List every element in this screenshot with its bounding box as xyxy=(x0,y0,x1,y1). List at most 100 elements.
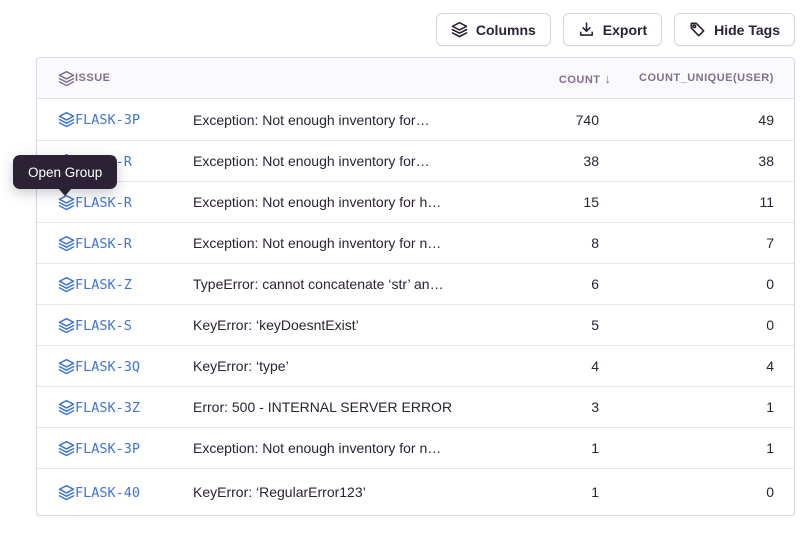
issue-id-cell: FLASK-3Z xyxy=(75,386,193,427)
issue-id-link[interactable]: FLASK-40 xyxy=(75,485,140,501)
issues-table-container: ISSUE COUNT↓ COUNT_UNIQUE(USER) FLASK-3P… xyxy=(36,57,795,516)
header-count-label: COUNT xyxy=(559,74,601,86)
table-row: FLASK-S KeyError: ‘keyDoesntExist’ 5 0 xyxy=(37,304,794,345)
issue-title: KeyError: ‘keyDoesntExist’ xyxy=(193,317,359,333)
table-header: ISSUE COUNT↓ COUNT_UNIQUE(USER) xyxy=(37,58,794,99)
export-button[interactable]: Export xyxy=(563,13,662,46)
open-group-stack-icon[interactable] xyxy=(58,484,75,501)
issue-id-link[interactable]: FLASK-3P xyxy=(75,441,140,457)
count-unique-cell: 1 xyxy=(639,386,794,427)
header-issue[interactable]: ISSUE xyxy=(75,58,193,99)
open-group-stack-icon[interactable] xyxy=(58,317,75,334)
table-row: FLASK-R Exception: Not enough inventory … xyxy=(37,140,794,181)
issue-title-cell: Exception: Not enough inventory for… xyxy=(193,140,519,181)
issue-icon-cell xyxy=(37,427,75,468)
issues-table: ISSUE COUNT↓ COUNT_UNIQUE(USER) FLASK-3P… xyxy=(37,58,794,515)
issue-title-cell: Exception: Not enough inventory for h… xyxy=(193,181,519,222)
issue-icon-cell xyxy=(37,304,75,345)
count-unique-value: 0 xyxy=(766,276,774,292)
issue-icon-cell xyxy=(37,345,75,386)
issue-title: Exception: Not enough inventory for… xyxy=(193,153,430,169)
issue-title: Exception: Not enough inventory for n… xyxy=(193,235,441,251)
count-cell: 740 xyxy=(519,99,639,140)
hide-tags-button-label: Hide Tags xyxy=(714,22,780,38)
tag-icon xyxy=(689,21,706,38)
header-issue-icon-cell xyxy=(37,58,75,99)
count-unique-cell: 0 xyxy=(639,304,794,345)
open-group-stack-icon[interactable] xyxy=(58,358,75,375)
open-group-stack-icon[interactable] xyxy=(58,194,75,211)
count-value: 15 xyxy=(583,194,599,210)
count-value: 5 xyxy=(591,317,599,333)
hide-tags-button[interactable]: Hide Tags xyxy=(674,13,795,46)
issue-title: KeyError: ‘type’ xyxy=(193,358,289,374)
open-group-tooltip: Open Group xyxy=(13,155,117,189)
table-row: FLASK-3P Exception: Not enough inventory… xyxy=(37,427,794,468)
count-cell: 38 xyxy=(519,140,639,181)
open-group-stack-icon[interactable] xyxy=(58,111,75,128)
issue-id-cell: FLASK-S xyxy=(75,304,193,345)
table-row: FLASK-3Q KeyError: ‘type’ 4 4 xyxy=(37,345,794,386)
table-row: FLASK-R Exception: Not enough inventory … xyxy=(37,181,794,222)
open-group-stack-icon[interactable] xyxy=(58,440,75,457)
table-row: FLASK-3P Exception: Not enough inventory… xyxy=(37,99,794,140)
count-cell: 8 xyxy=(519,222,639,263)
issue-icon-cell xyxy=(37,99,75,140)
issue-id-cell: FLASK-3P xyxy=(75,99,193,140)
count-unique-cell: 11 xyxy=(639,181,794,222)
columns-button[interactable]: Columns xyxy=(436,13,551,46)
header-spacer xyxy=(193,58,519,99)
issue-id-link[interactable]: FLASK-3Z xyxy=(75,400,140,416)
count-cell: 1 xyxy=(519,427,639,468)
issue-id-cell: FLASK-Z xyxy=(75,263,193,304)
issue-id-cell: FLASK-40 xyxy=(75,468,193,515)
count-unique-cell: 7 xyxy=(639,222,794,263)
count-value: 3 xyxy=(591,399,599,415)
open-group-stack-icon[interactable] xyxy=(58,235,75,252)
count-unique-value: 38 xyxy=(758,153,774,169)
open-group-stack-icon[interactable] xyxy=(58,399,75,416)
table-body: FLASK-3P Exception: Not enough inventory… xyxy=(37,99,794,515)
count-value: 1 xyxy=(591,440,599,456)
count-value: 1 xyxy=(591,484,599,500)
count-cell: 3 xyxy=(519,386,639,427)
count-value: 38 xyxy=(583,153,599,169)
issue-id-cell: FLASK-3Q xyxy=(75,345,193,386)
count-unique-cell: 1 xyxy=(639,427,794,468)
issue-id-link[interactable]: FLASK-R xyxy=(75,195,132,211)
download-icon xyxy=(578,21,595,38)
issue-id-link[interactable]: FLASK-3Q xyxy=(75,359,140,375)
issue-id-link[interactable]: FLASK-3P xyxy=(75,112,140,128)
columns-button-label: Columns xyxy=(476,22,536,38)
count-value: 6 xyxy=(591,276,599,292)
tooltip-label: Open Group xyxy=(28,165,102,180)
open-group-stack-icon[interactable] xyxy=(58,276,75,293)
issue-icon-cell xyxy=(37,222,75,263)
issue-title-cell: KeyError: ‘keyDoesntExist’ xyxy=(193,304,519,345)
issue-title-cell: Exception: Not enough inventory for… xyxy=(193,99,519,140)
page: Columns Export Hide Tags ISSUE COUNT↓ CO… xyxy=(0,0,807,538)
issue-id-link[interactable]: FLASK-S xyxy=(75,318,132,334)
count-unique-cell: 0 xyxy=(639,263,794,304)
issue-icon-cell xyxy=(37,263,75,304)
issue-title-cell: TypeError: cannot concatenate ‘str’ an… xyxy=(193,263,519,304)
header-count[interactable]: COUNT↓ xyxy=(519,58,639,99)
issue-title: Exception: Not enough inventory for n… xyxy=(193,440,441,456)
count-unique-value: 1 xyxy=(766,440,774,456)
count-unique-cell: 4 xyxy=(639,345,794,386)
issue-id-cell: FLASK-3P xyxy=(75,427,193,468)
issue-title: TypeError: cannot concatenate ‘str’ an… xyxy=(193,276,444,292)
table-row: FLASK-R Exception: Not enough inventory … xyxy=(37,222,794,263)
layers-icon xyxy=(451,21,468,38)
header-count-unique[interactable]: COUNT_UNIQUE(USER) xyxy=(639,58,794,99)
count-cell: 15 xyxy=(519,181,639,222)
table-row: FLASK-40 KeyError: ‘RegularError123’ 1 0 xyxy=(37,468,794,515)
count-value: 4 xyxy=(591,358,599,374)
issue-id-link[interactable]: FLASK-R xyxy=(75,236,132,252)
count-unique-value: 4 xyxy=(766,358,774,374)
count-unique-value: 49 xyxy=(758,112,774,128)
issue-title-cell: Exception: Not enough inventory for n… xyxy=(193,222,519,263)
count-unique-value: 11 xyxy=(759,194,774,210)
issue-title-cell: KeyError: ‘RegularError123’ xyxy=(193,468,519,515)
issue-id-link[interactable]: FLASK-Z xyxy=(75,277,132,293)
